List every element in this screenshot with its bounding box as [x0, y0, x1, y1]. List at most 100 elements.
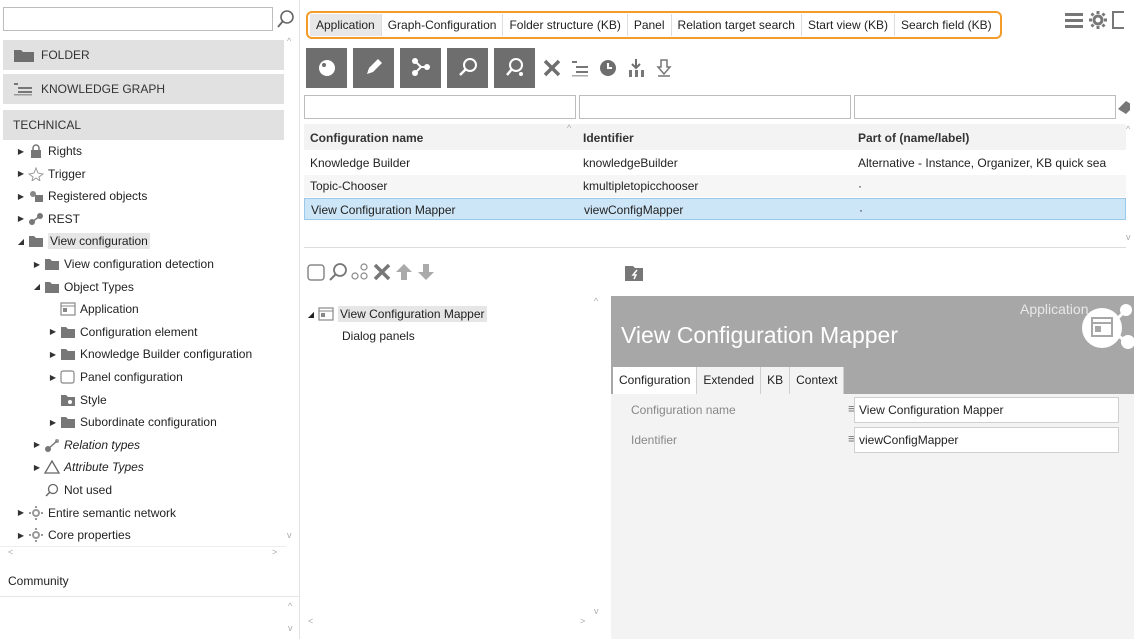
import-icon[interactable]: [653, 57, 675, 79]
scroll-right-icon[interactable]: >: [272, 547, 277, 557]
menu-icon[interactable]: [1064, 10, 1084, 30]
structure-horizontal-scrollbar[interactable]: < >: [304, 616, 594, 630]
folder-section-button[interactable]: FOLDER: [3, 40, 284, 70]
tab-application[interactable]: Application: [310, 14, 382, 36]
tree-item[interactable]: ▶ Panel configuration: [48, 367, 183, 387]
expanded-arrow-icon[interactable]: ◢: [306, 310, 316, 319]
tree-item[interactable]: ◢ Object Types: [32, 277, 134, 297]
scroll-up-icon[interactable]: ^: [1126, 124, 1130, 134]
structure-tree-item[interactable]: ◢ View Configuration Mapper: [306, 304, 487, 324]
scroll-up-icon[interactable]: ^: [288, 601, 292, 611]
tab-start-view-kb[interactable]: Start view (KB): [802, 14, 895, 36]
scroll-down-icon[interactable]: v: [288, 623, 293, 633]
configuration-name-field[interactable]: [854, 397, 1119, 423]
scroll-up-icon[interactable]: ^: [287, 36, 291, 46]
scroll-down-icon[interactable]: v: [1126, 232, 1131, 242]
collapsed-arrow-icon[interactable]: ▶: [48, 418, 58, 427]
left-horizontal-scrollbar[interactable]: < >: [0, 546, 286, 560]
scroll-right-icon[interactable]: >: [580, 616, 585, 626]
filter-identifier[interactable]: [579, 95, 851, 119]
structure-tree-item[interactable]: Dialog panels: [342, 326, 415, 346]
tree-item[interactable]: ◢ View configuration: [16, 231, 150, 251]
tree-item[interactable]: ▶ REST: [16, 209, 80, 229]
tree-item[interactable]: Style: [48, 390, 107, 410]
move-up-icon[interactable]: [394, 262, 414, 282]
tree-item[interactable]: ▶ Core properties: [16, 525, 131, 543]
edit-button[interactable]: [353, 48, 394, 88]
collapsed-arrow-icon[interactable]: ▶: [16, 192, 26, 201]
expanded-arrow-icon[interactable]: ◢: [16, 237, 26, 246]
delete-icon[interactable]: [372, 262, 392, 282]
tree-item[interactable]: ▶ Configuration element: [48, 322, 197, 342]
structured-search-button[interactable]: [494, 48, 535, 88]
collapsed-arrow-icon[interactable]: ▶: [16, 169, 26, 178]
expanded-arrow-icon[interactable]: ◢: [32, 282, 42, 291]
column-header-configuration-name[interactable]: Configuration name: [310, 131, 423, 145]
window-icon[interactable]: [1112, 10, 1124, 30]
tab-search-field-kb[interactable]: Search field (KB): [895, 14, 998, 36]
scroll-down-icon[interactable]: v: [594, 606, 599, 616]
scroll-left-icon[interactable]: <: [8, 547, 13, 557]
detach-icon[interactable]: [350, 262, 370, 282]
move-down-icon[interactable]: [416, 262, 436, 282]
tree-item[interactable]: ▶ Attribute Types: [32, 457, 144, 477]
export-icon[interactable]: [625, 57, 647, 79]
clock-icon[interactable]: [597, 57, 619, 79]
table-row[interactable]: Knowledge Builder knowledgeBuilder Alterna…: [304, 152, 1126, 174]
tree-item[interactable]: ▶ Knowledge Builder configuration: [48, 344, 252, 364]
detail-tab-extended[interactable]: Extended: [697, 367, 762, 394]
knowledge-graph-section-button[interactable]: KNOWLEDGE GRAPH: [3, 74, 284, 104]
table-row[interactable]: Topic-Chooser kmultipletopicchooser ·: [304, 175, 1126, 197]
structure-vertical-scrollbar[interactable]: ^ v: [592, 296, 604, 626]
tab-folder-structure-kb[interactable]: Folder structure (KB): [503, 14, 628, 36]
filter-configuration-name[interactable]: [304, 95, 576, 119]
column-header-identifier[interactable]: Identifier: [583, 131, 634, 145]
tree-item[interactable]: ▶ Registered objects: [16, 186, 147, 206]
collapsed-arrow-icon[interactable]: ▶: [48, 373, 58, 382]
collapsed-arrow-icon[interactable]: ▶: [32, 463, 42, 472]
identifier-field[interactable]: [854, 427, 1119, 453]
column-header-part-of[interactable]: Part of (name/label): [858, 131, 969, 145]
collapsed-arrow-icon[interactable]: ▶: [32, 260, 42, 269]
detail-tab-kb[interactable]: KB: [761, 367, 791, 394]
search-button[interactable]: [447, 48, 488, 88]
search-icon[interactable]: [328, 262, 348, 282]
collapsed-arrow-icon[interactable]: ▶: [16, 214, 26, 223]
eraser-icon[interactable]: [1116, 97, 1130, 117]
scroll-down-icon[interactable]: v: [287, 530, 292, 540]
tree-item[interactable]: Not used: [32, 480, 112, 500]
table-vertical-scrollbar[interactable]: ^ v: [1126, 124, 1134, 248]
search-input[interactable]: [3, 7, 273, 31]
tab-graph-configuration[interactable]: Graph-Configuration: [382, 14, 504, 36]
tree-item[interactable]: ▶ View configuration detection: [32, 254, 214, 274]
new-object-button[interactable]: [306, 48, 347, 88]
collapsed-arrow-icon[interactable]: ▶: [48, 350, 58, 359]
collapsed-arrow-icon[interactable]: ▶: [16, 147, 26, 156]
tree-item[interactable]: ▶ Relation types: [32, 435, 140, 455]
filter-part-of[interactable]: [854, 95, 1116, 119]
sort-icon[interactable]: ^: [567, 123, 571, 133]
collapsed-arrow-icon[interactable]: ▶: [32, 440, 42, 449]
scroll-up-icon[interactable]: ^: [594, 296, 598, 306]
tree-item[interactable]: Application: [48, 299, 139, 319]
view-configuration-icon[interactable]: [623, 262, 645, 284]
tree-item[interactable]: ▶ Entire semantic network: [16, 503, 176, 523]
tree-item[interactable]: ▶ Subordinate configuration: [48, 412, 217, 432]
collapsed-arrow-icon[interactable]: ▶: [16, 531, 26, 540]
new-panel-icon[interactable]: [306, 262, 326, 282]
gear-icon[interactable]: [1088, 10, 1108, 30]
tab-panel[interactable]: Panel: [628, 14, 672, 36]
left-vertical-scrollbar[interactable]: ^ v: [286, 36, 298, 546]
search-icon[interactable]: [276, 9, 296, 29]
tree-item[interactable]: ▶ Trigger: [16, 164, 86, 184]
technical-section-button[interactable]: TECHNICAL: [3, 110, 284, 140]
table-row[interactable]: View Configuration Mapper viewConfigMappe…: [304, 198, 1126, 220]
collapsed-arrow-icon[interactable]: ▶: [16, 508, 26, 517]
scroll-left-icon[interactable]: <: [308, 616, 313, 626]
tab-relation-target-search[interactable]: Relation target search: [672, 14, 802, 36]
graph-button[interactable]: [400, 48, 441, 88]
hierarchy-icon[interactable]: [569, 57, 591, 79]
collapsed-arrow-icon[interactable]: ▶: [48, 327, 58, 336]
tree-item[interactable]: ▶ Rights: [16, 141, 82, 161]
detail-tab-context[interactable]: Context: [790, 367, 845, 394]
